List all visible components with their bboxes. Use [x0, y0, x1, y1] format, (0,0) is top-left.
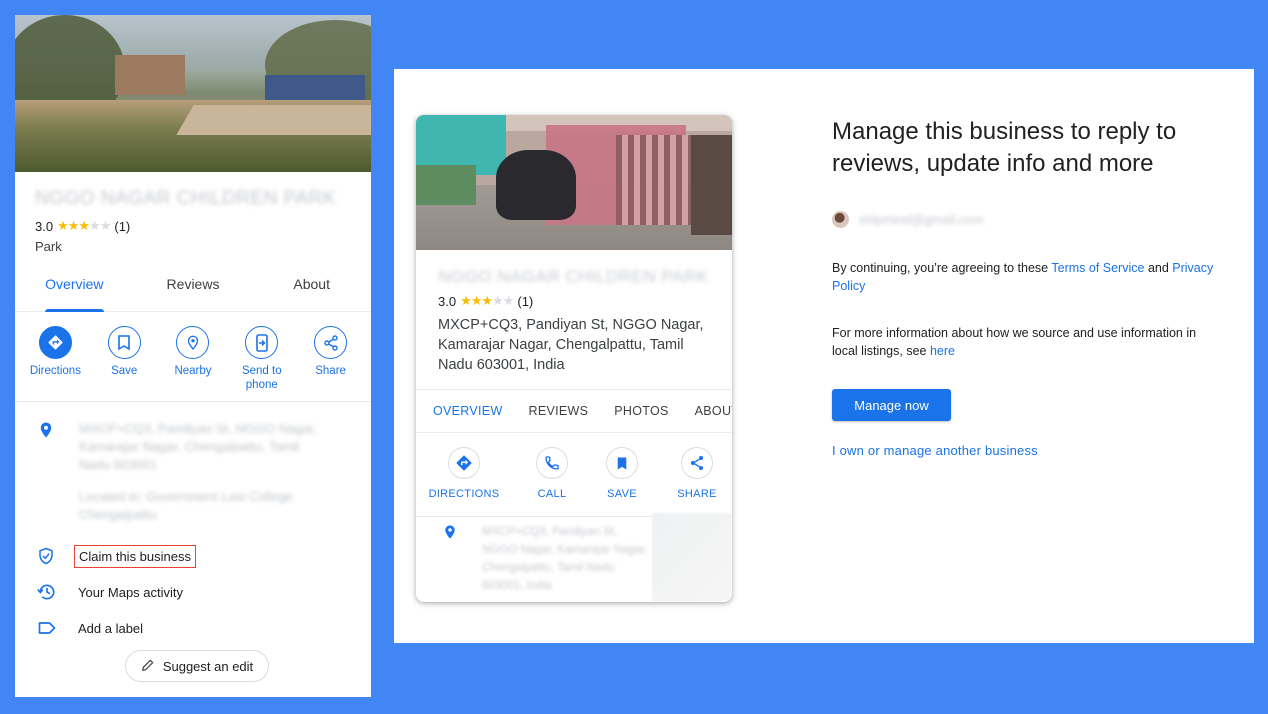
send-to-phone-label: Send to phone [241, 365, 282, 391]
card-rating-stars: ★★★★★ [460, 293, 514, 308]
add-label-label: Add a label [78, 620, 144, 636]
suggest-edit-button[interactable]: Suggest an edit [125, 650, 269, 682]
manage-now-button[interactable]: Manage now [832, 389, 951, 421]
nearby-button[interactable]: Nearby [161, 326, 225, 401]
address-text: MXCP+CQ3, Pandiyan St, NGGO Nagar, Kamar… [79, 421, 318, 522]
avatar [832, 211, 849, 228]
manage-title: Manage this business to reply to reviews… [832, 118, 1177, 177]
account-row: shlpmind@gmail.com [832, 211, 983, 228]
label-icon [37, 618, 57, 638]
card-rating-row: 3.0 ★★★★★ (1) [438, 293, 732, 309]
business-preview-card: NGGO NAGAR CHILDREN PARK 3.0 ★★★★★ (1) M… [416, 115, 732, 602]
card-save: SAVE [582, 447, 662, 500]
share-icon [314, 326, 348, 359]
card-tabs: OVERVIEW REVIEWS PHOTOS ABOUT [416, 389, 732, 433]
rating-row: 3.0 ★★★★★ (1) [35, 218, 371, 234]
place-category[interactable]: Park [35, 239, 371, 254]
card-photo [416, 115, 732, 250]
card-actions: DIRECTIONS CALL SAVE SHARE [416, 433, 732, 517]
directions-icon [38, 326, 72, 359]
share-label: Share [315, 365, 346, 377]
tab-overview[interactable]: Overview [15, 274, 134, 312]
place-tabs: Overview Reviews About [15, 274, 371, 312]
send-to-phone-icon [245, 326, 279, 359]
other-business-link[interactable]: I own or manage another business [832, 443, 1038, 458]
nearby-icon [176, 326, 210, 359]
save-button[interactable]: Save [92, 326, 156, 401]
place-info: MXCP+CQ3, Pandiyan St, NGGO Nagar, Kamar… [15, 402, 371, 646]
manage-business-dialog: NGGO NAGAR CHILDREN PARK 3.0 ★★★★★ (1) M… [394, 69, 1254, 643]
card-save-label: SAVE [607, 488, 637, 500]
save-label: Save [111, 365, 138, 377]
directions-label: Directions [29, 365, 81, 377]
maps-activity-label: Your Maps activity [78, 584, 184, 600]
card-tab-overview: OVERVIEW [433, 404, 503, 418]
place-photo[interactable] [15, 15, 371, 172]
suggest-edit-label: Suggest an edit [162, 658, 254, 674]
card-share-label: SHARE [677, 488, 717, 500]
info-text: For more information about how we source… [832, 326, 1197, 358]
place-details-panel: NGGO NAGAR CHILDREN PARK 3.0 ★★★★★ (1) P… [15, 15, 371, 697]
maps-activity-row[interactable]: Your Maps activity [15, 574, 371, 610]
card-review-count: (1) [517, 293, 534, 309]
address-row[interactable]: MXCP+CQ3, Pandiyan St, NGGO Nagar, Kamar… [15, 420, 371, 524]
rating-stars: ★★★★★ [57, 218, 111, 233]
location-pin-icon [37, 420, 57, 440]
add-label-row[interactable]: Add a label [15, 610, 371, 646]
consent-text: By continuing, you’re agreeing to these … [832, 261, 1214, 293]
share-icon [681, 447, 713, 479]
nearby-label: Nearby [174, 365, 212, 377]
account-email: shlpmind@gmail.com [859, 212, 984, 227]
place-name: NGGO NAGAR CHILDREN PARK [35, 188, 336, 209]
card-share: SHARE [657, 447, 732, 500]
card-tab-photos: PHOTOS [614, 404, 669, 418]
claim-business-row[interactable]: Claim this business [15, 538, 371, 574]
directions-button[interactable]: Directions [23, 326, 87, 401]
rating-value: 3.0 [35, 218, 54, 234]
card-call: CALL [512, 447, 592, 500]
card-call-label: CALL [537, 488, 567, 500]
mini-map [652, 513, 732, 602]
claim-business-link[interactable]: Claim this business [74, 544, 196, 568]
review-count[interactable]: (1) [114, 219, 130, 234]
pencil-icon [141, 658, 155, 675]
card-address: MXCP+CQ3, Pandiyan St, NGGO Nagar, Kamar… [438, 317, 704, 373]
card-place-name: NGGO NAGAR CHILDREN PARK [438, 267, 709, 286]
bookmark-icon [606, 447, 638, 479]
card-directions-label: DIRECTIONS [428, 488, 500, 500]
send-to-phone-button[interactable]: Send to phone [230, 326, 294, 401]
card-tab-about: ABOUT [694, 404, 732, 418]
card-rating-value: 3.0 [438, 293, 457, 309]
card-address-blurred: MXCP+CQ3, Pandiyan St, NGGO Nagar, Kamar… [482, 526, 648, 592]
terms-of-service-link[interactable]: Terms of Service [1051, 261, 1144, 275]
card-address-section: MXCP+CQ3, Pandiyan St, NGGO Nagar, Kamar… [416, 513, 732, 602]
directions-icon [448, 447, 480, 479]
bookmark-icon [107, 326, 141, 359]
location-pin-icon [442, 523, 458, 546]
card-tab-reviews: REVIEWS [528, 404, 589, 418]
share-button[interactable]: Share [299, 326, 363, 401]
phone-icon [536, 447, 568, 479]
here-link[interactable]: here [930, 344, 955, 358]
action-buttons: Directions Save Nearby Send to phone Sha… [15, 312, 371, 402]
shield-check-icon [37, 546, 57, 566]
tab-about[interactable]: About [252, 274, 371, 311]
card-directions: DIRECTIONS [424, 447, 504, 500]
tab-reviews[interactable]: Reviews [134, 274, 253, 311]
history-icon [37, 582, 57, 602]
